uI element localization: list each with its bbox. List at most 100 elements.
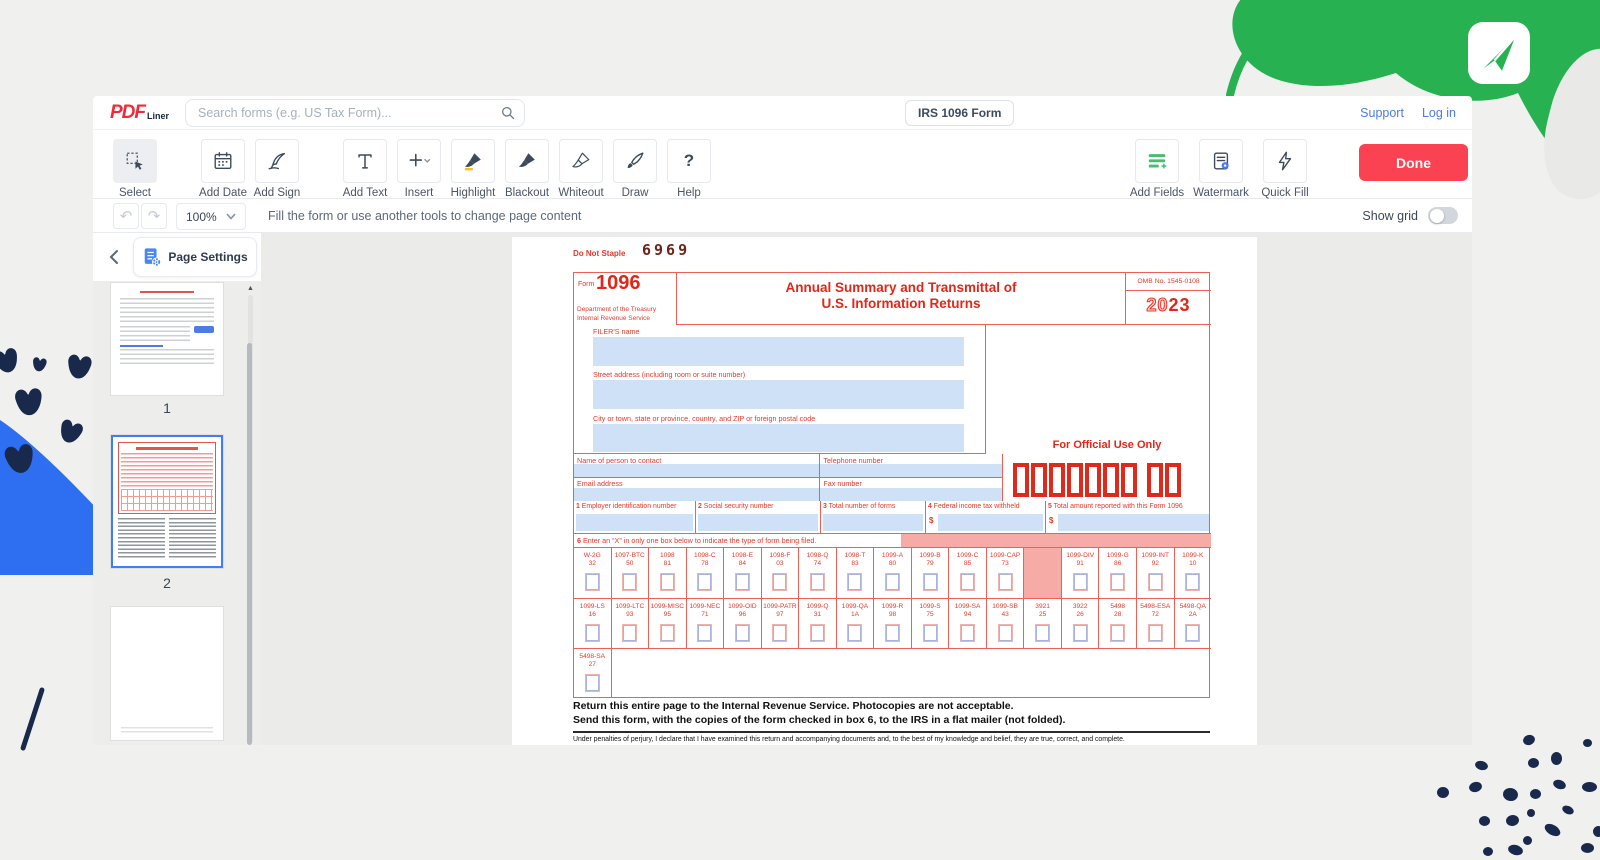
tool-add-date[interactable]: Add Date (201, 139, 245, 199)
contact-name-input[interactable] (574, 464, 819, 477)
form-type-checkbox-1099-SA[interactable] (961, 625, 974, 641)
form-type-checkbox-1099-B[interactable] (924, 574, 937, 590)
form-type-checkbox-1099-LTC[interactable] (623, 625, 636, 641)
form-type-checkbox-1098[interactable] (661, 574, 674, 590)
page-thumbnail-3[interactable] (111, 607, 223, 740)
official-use-box (1013, 463, 1029, 497)
tool-add-text[interactable]: Add Text (343, 139, 387, 199)
page-settings-button[interactable]: Page Settings (133, 237, 257, 277)
box6-instruction: 6 Enter an “X” in only one box below to … (577, 536, 816, 545)
street-address-input[interactable] (593, 380, 964, 409)
form-type-checkbox-1099-CAP[interactable] (999, 574, 1012, 590)
form-type-checkbox-3921[interactable] (1036, 625, 1049, 641)
form-type-checkbox-1099-QA[interactable] (848, 625, 861, 641)
tool-whiteout[interactable]: Whiteout (559, 139, 603, 199)
select-cursor-icon (113, 139, 157, 183)
zoom-select[interactable]: 100% (176, 203, 246, 230)
form-type-1099-C: 1099-C85 (949, 548, 987, 598)
filer-name-input[interactable] (593, 337, 964, 366)
form-type-checkbox-3922[interactable] (1074, 625, 1087, 641)
navy-dot-decoration (1583, 739, 1592, 747)
scrollbar-thumb[interactable] (247, 343, 252, 745)
fax-input[interactable] (820, 488, 1002, 501)
form-type-checkbox-1099-S[interactable] (924, 625, 937, 641)
left-tool-group: Select Add DateAdd Sign Add TextInsertHigh… (113, 139, 711, 199)
email-input[interactable] (574, 488, 819, 501)
watermark-icon (1199, 139, 1243, 183)
form-type-checkbox-1098-C[interactable] (698, 574, 711, 590)
form-type-checkbox-1099-OID[interactable] (736, 625, 749, 641)
box3-input[interactable] (823, 514, 923, 531)
box1-input[interactable] (576, 514, 693, 531)
tool-blackout[interactable]: Blackout (505, 139, 549, 199)
support-link[interactable]: Support (1360, 106, 1404, 120)
form-type-checkbox-1097-BTC[interactable] (623, 574, 636, 590)
tool-draw[interactable]: Draw (613, 139, 657, 199)
city-input[interactable] (593, 424, 964, 452)
form-type-checkbox-5498-SA[interactable] (586, 675, 599, 691)
done-button[interactable]: Done (1359, 144, 1468, 181)
redo-button[interactable]: ↷ (141, 203, 167, 229)
sidebar-scrollbar: ▲ (247, 285, 254, 745)
search-input[interactable] (185, 99, 525, 127)
form-type-checkbox-5498[interactable] (1111, 625, 1124, 641)
form-type-checkbox-5498-QA[interactable] (1186, 625, 1199, 641)
form-type-checkbox-1099-Q[interactable] (811, 625, 824, 641)
form-type-checkbox-1099-A[interactable] (886, 574, 899, 590)
calendar-icon (201, 139, 245, 183)
tool-watermark[interactable]: Watermark (1199, 139, 1243, 199)
form-type-checkbox-1098-T[interactable] (848, 574, 861, 590)
box2-input[interactable] (698, 514, 818, 531)
form-type-1099-K: 1099-K10 (1175, 548, 1212, 598)
form-type-checkbox-1099-NEC[interactable] (698, 625, 711, 641)
tool-select[interactable]: Select (113, 139, 157, 199)
undo-button[interactable]: ↶ (113, 203, 139, 229)
navy-dot-decoration (1528, 758, 1539, 768)
form-type-checkbox-1099-LS[interactable] (586, 625, 599, 641)
tool-add-sign[interactable]: Add Sign (255, 139, 299, 199)
page-thumbnail-2-selected[interactable] (111, 435, 223, 568)
form-type-checkbox-1099-R[interactable] (886, 625, 899, 641)
form-type-5498-ESA: 5498-ESA72 (1137, 599, 1175, 648)
form-type-checkbox-1099-SB[interactable] (999, 625, 1012, 641)
navy-dot-decoration (1522, 733, 1537, 747)
tool-insert[interactable]: Insert (397, 139, 441, 199)
page-thumbnail-1[interactable] (111, 283, 223, 395)
form-type-checkbox-5498-ESA[interactable] (1149, 625, 1162, 641)
show-grid-toggle[interactable] (1428, 207, 1458, 224)
tool-quick-fill[interactable]: Quick Fill (1263, 139, 1307, 199)
page-number-1: 1 (111, 400, 223, 416)
navy-dot-decoration (1468, 780, 1483, 793)
form-type-checkbox-1099-DIV[interactable] (1074, 574, 1087, 590)
tool-help[interactable]: ?Help (667, 139, 711, 199)
pdfliner-logo[interactable]: PDF Liner (110, 103, 169, 122)
form-type-checkbox-1099-K[interactable] (1186, 574, 1199, 590)
form-type-checkbox-1099-PATR[interactable] (773, 625, 786, 641)
ocr-code: 6969 (642, 241, 690, 259)
box6-instruction-band: 6 Enter an “X” in only one box below to … (574, 534, 1211, 548)
box5-input[interactable] (1058, 514, 1209, 531)
pdfliner-app-window: PDF Liner IRS 1096 Form Support Log in S… (93, 96, 1472, 745)
form-type-checkbox-1099-INT[interactable] (1149, 574, 1162, 590)
form-type-W-2G: W-2G32 (574, 548, 612, 598)
box4-input[interactable] (938, 514, 1043, 531)
form-type-checkbox-W-2G[interactable] (586, 574, 599, 590)
form-type-checkbox-1098-F[interactable] (773, 574, 786, 590)
form-type-checkbox-1099-C[interactable] (961, 574, 974, 590)
tool-highlight[interactable]: Highlight (451, 139, 495, 199)
tool-add-fields[interactable]: Add Fields (1135, 139, 1179, 199)
login-link[interactable]: Log in (1422, 106, 1456, 120)
form-type-checkbox-1098-Q[interactable] (811, 574, 824, 590)
form-type-checkbox-1099-MISC[interactable] (661, 625, 674, 641)
form-type-1099-QA: 1099-QA1A (837, 599, 875, 648)
scroll-up-arrow-icon[interactable]: ▲ (247, 285, 254, 293)
box6-pink-shading (901, 534, 1211, 547)
collapse-sidebar-button[interactable] (103, 246, 125, 268)
form-type-checkbox-1098-E[interactable] (736, 574, 749, 590)
city-label: City or town, state or province, country… (593, 414, 815, 423)
form-type-checkbox-1099-G[interactable] (1111, 574, 1124, 590)
telephone-input[interactable] (820, 464, 1002, 477)
search-icon[interactable] (500, 105, 516, 126)
form-type-3921: 392125 (1024, 599, 1062, 648)
form-type-blank-cell (1024, 548, 1062, 598)
